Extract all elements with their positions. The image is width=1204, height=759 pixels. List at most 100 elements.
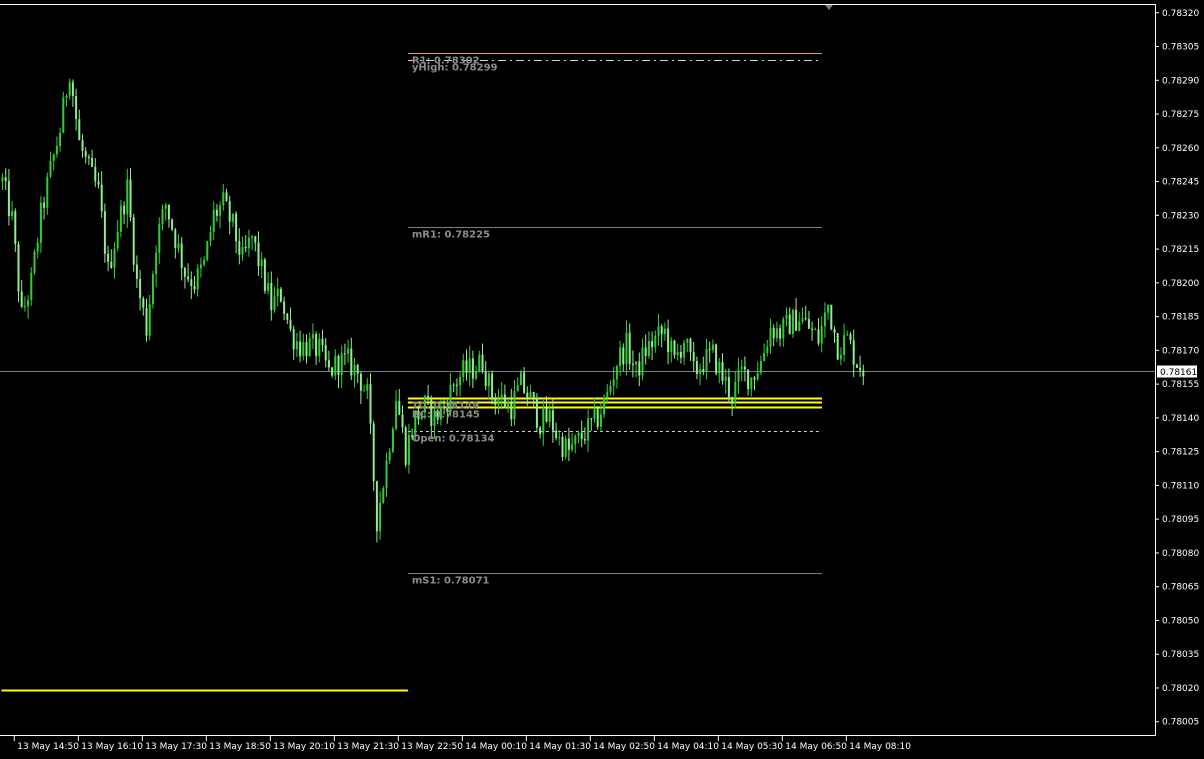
candle-body xyxy=(391,428,394,452)
candle-body xyxy=(427,395,430,399)
price-tick-label: 0.78035 xyxy=(1162,650,1199,660)
candle-body xyxy=(555,430,558,438)
candle-body xyxy=(475,371,478,379)
candle-body xyxy=(574,435,577,445)
time-tick-label: 14 May 06:50 xyxy=(785,742,847,752)
current-price-tag: 0.78161 xyxy=(1157,365,1197,378)
candle-body xyxy=(161,208,164,225)
candle-body xyxy=(775,328,778,339)
candle-body xyxy=(369,383,372,424)
candle-body xyxy=(785,314,788,319)
candle-body xyxy=(129,179,132,218)
candle-body xyxy=(673,340,676,355)
candle-body xyxy=(721,362,724,381)
candle-body xyxy=(788,314,791,335)
chart-canvas[interactable]: R1: 0.78302yHigh: 0.78299mR1: 0.78225TC:… xyxy=(0,0,1204,759)
candle-body xyxy=(347,348,350,354)
candle-body xyxy=(862,370,865,377)
level-label-ms1: mS1: 0.78071 xyxy=(412,576,490,587)
candle-body xyxy=(155,252,158,275)
time-tick-label: 13 May 16:10 xyxy=(81,742,143,752)
candle-body xyxy=(289,319,292,329)
candle-body xyxy=(119,205,122,232)
candle-body xyxy=(599,414,602,427)
candle-body xyxy=(827,304,830,313)
candle-body xyxy=(481,354,484,372)
candle-body xyxy=(27,300,30,307)
candle-body xyxy=(321,338,324,346)
current-price-tag-label: 0.78161 xyxy=(1160,368,1197,378)
candle-body xyxy=(1,177,4,182)
price-tick-label: 0.78185 xyxy=(1162,313,1199,323)
candle-body xyxy=(225,192,228,202)
candle-body xyxy=(731,397,734,403)
level-label-yhigh: yHigh: 0.78299 xyxy=(412,63,498,74)
price-tick-label: 0.78110 xyxy=(1162,481,1199,491)
candle-body xyxy=(199,264,202,269)
candle-body xyxy=(158,224,161,253)
price-tick-label: 0.78245 xyxy=(1162,178,1199,188)
candle-body xyxy=(638,361,641,376)
price-tick-label: 0.78170 xyxy=(1162,346,1199,356)
candle-body xyxy=(855,364,858,368)
candle-body xyxy=(87,156,90,159)
price-tick-label: 0.78260 xyxy=(1162,144,1199,154)
candle-body xyxy=(753,377,756,380)
candle-body xyxy=(231,213,234,222)
candle-body xyxy=(14,210,17,245)
candle-body xyxy=(398,401,401,415)
candle-body xyxy=(292,328,295,350)
candle-body xyxy=(535,398,538,428)
candle-body xyxy=(769,327,772,347)
time-tick-label: 13 May 21:30 xyxy=(337,742,399,752)
price-tick-label: 0.78080 xyxy=(1162,549,1199,559)
candle-body xyxy=(228,201,231,222)
candle-body xyxy=(529,392,532,399)
candle-body xyxy=(507,401,510,408)
candle-body xyxy=(244,247,247,249)
candle-body xyxy=(177,243,180,249)
candle-body xyxy=(468,358,471,374)
candle-body xyxy=(260,259,263,267)
price-tick-label: 0.78305 xyxy=(1162,43,1199,53)
candle-body xyxy=(36,242,39,252)
candle-body xyxy=(817,329,820,344)
candle-body xyxy=(273,296,276,311)
candle-body xyxy=(135,264,138,279)
candle-body xyxy=(660,326,663,335)
candle-body xyxy=(276,288,279,297)
candle-body xyxy=(750,377,753,390)
candle-body xyxy=(686,338,689,343)
candle-body xyxy=(779,328,782,339)
candle-body xyxy=(622,347,625,365)
candle-body xyxy=(337,355,340,376)
candle-body xyxy=(631,363,634,365)
candle-body xyxy=(715,344,718,374)
candle-body xyxy=(580,432,583,439)
price-tick-label: 0.78320 xyxy=(1162,9,1199,19)
candle-body xyxy=(356,364,359,374)
price-chart[interactable]: R1: 0.78302 yHigh: 0.78299 mR1: 0.78225 TC:… xyxy=(0,0,1204,759)
candle-body xyxy=(219,205,222,216)
candle-body xyxy=(747,369,750,390)
candle-body xyxy=(497,399,500,405)
level-label-bc: BC: 0.78145 xyxy=(412,410,480,421)
candle-body xyxy=(23,306,26,308)
candle-body xyxy=(609,385,612,392)
candle-body xyxy=(75,96,78,120)
candle-body xyxy=(667,328,670,352)
candle-body xyxy=(222,192,225,206)
candle-body xyxy=(302,342,305,357)
candle-body xyxy=(283,301,286,314)
candle-body xyxy=(279,288,282,302)
candle-body xyxy=(91,158,94,167)
candle-body xyxy=(587,418,590,441)
candle-body xyxy=(487,373,490,387)
candle-body xyxy=(78,119,81,141)
candle-body xyxy=(593,408,596,419)
candle-body xyxy=(823,312,826,327)
candle-body xyxy=(238,241,241,255)
candle-body xyxy=(532,392,535,399)
candle-body xyxy=(110,261,113,268)
candle-body xyxy=(699,369,702,374)
